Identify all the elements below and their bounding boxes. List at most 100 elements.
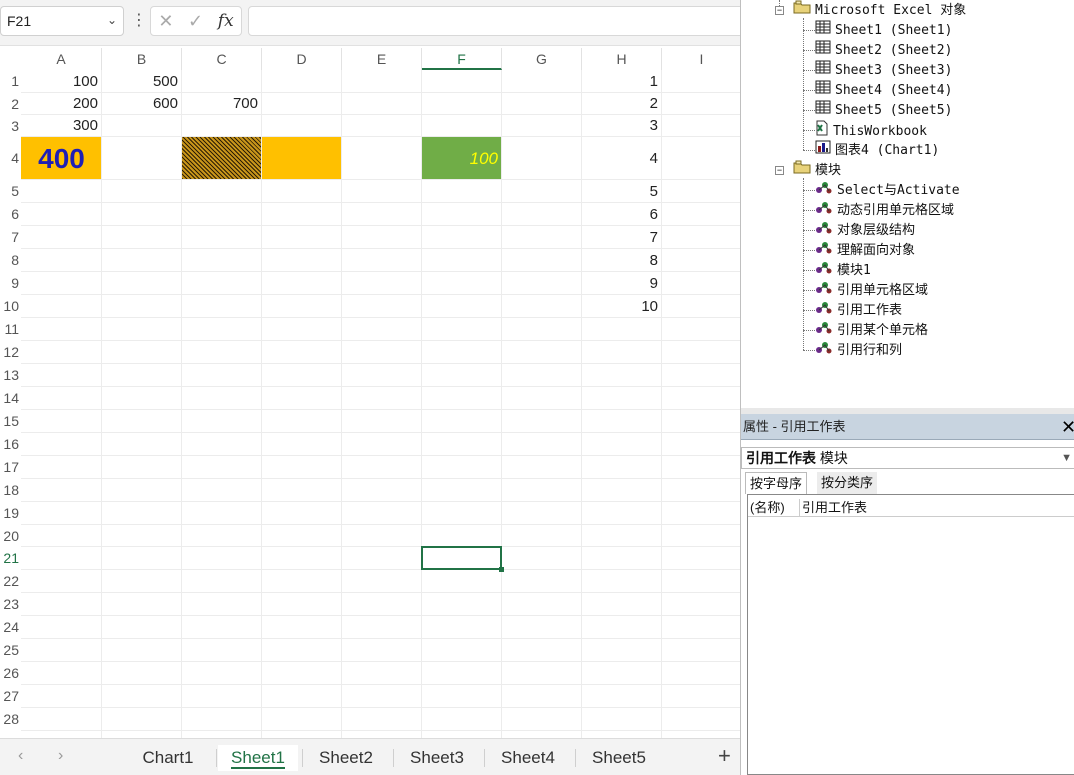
cell-h10[interactable]: 10	[582, 295, 662, 318]
tab-sheet5[interactable]: Sheet5	[577, 745, 661, 771]
row-header-14[interactable]: 14	[0, 387, 21, 410]
confirm-icon[interactable]: ✓	[188, 11, 203, 32]
tab-alphabetic[interactable]: 按字母序	[745, 472, 808, 494]
property-value[interactable]: 引用工作表	[802, 499, 867, 517]
cell-a1[interactable]: 100	[21, 70, 102, 93]
insert-function-icon[interactable]: fx	[218, 11, 234, 31]
cell-h1[interactable]: 1	[582, 70, 662, 93]
collapse-icon[interactable]: −	[775, 6, 784, 15]
cell-h3[interactable]: 3	[582, 115, 662, 137]
tree-item-sheet1[interactable]: Sheet1 (Sheet1)	[815, 20, 952, 40]
row-header-5[interactable]: 5	[0, 180, 21, 203]
tree-item-thisworkbook[interactable]: ThisWorkbook	[815, 120, 927, 140]
row-header-17[interactable]: 17	[0, 456, 21, 479]
row-header-28[interactable]: 28	[0, 708, 21, 731]
tree-item-sheet2[interactable]: Sheet2 (Sheet2)	[815, 40, 952, 60]
name-box[interactable]: F21 ⌄	[0, 6, 124, 36]
tree-folder-excel-objects[interactable]: Microsoft Excel 对象	[793, 0, 966, 20]
column-header-e[interactable]: E	[342, 48, 422, 70]
next-sheet-icon[interactable]: ›	[58, 747, 63, 765]
cell-h5[interactable]: 5	[582, 180, 662, 203]
cell-h6[interactable]: 6	[582, 203, 662, 226]
cell-c2[interactable]: 700	[182, 93, 262, 115]
tree-item-module-4[interactable]: 理解面向对象	[815, 240, 915, 260]
cell-h9[interactable]: 9	[582, 272, 662, 295]
cell-b2[interactable]: 600	[102, 93, 182, 115]
column-header-c[interactable]: C	[182, 48, 262, 70]
row-header-3[interactable]: 3	[0, 115, 21, 137]
chevron-down-icon[interactable]: ⌄	[107, 13, 117, 27]
row-header-9[interactable]: 9	[0, 272, 21, 295]
tab-chart1[interactable]: Chart1	[126, 745, 210, 771]
row-header-20[interactable]: 20	[0, 525, 21, 547]
cell-h8[interactable]: 8	[582, 249, 662, 272]
tab-sheet3[interactable]: Sheet3	[395, 745, 479, 771]
row-header-22[interactable]: 22	[0, 570, 21, 593]
row-header-21[interactable]: 21	[0, 547, 21, 570]
tree-item-module-8[interactable]: 引用某个单元格	[815, 320, 928, 340]
row-header-2[interactable]: 2	[0, 93, 21, 115]
object-selector[interactable]: 引用工作表 模块 ▼	[741, 447, 1074, 469]
tree-item-sheet4[interactable]: Sheet4 (Sheet4)	[815, 80, 952, 100]
row-header-10[interactable]: 10	[0, 295, 21, 318]
row-header-11[interactable]: 11	[0, 318, 21, 341]
tab-categorized[interactable]: 按分类序	[817, 472, 878, 494]
column-header-b[interactable]: B	[102, 48, 182, 70]
row-header-1[interactable]: 1	[0, 70, 21, 93]
column-header-g[interactable]: G	[502, 48, 582, 70]
row-header-26[interactable]: 26	[0, 662, 21, 685]
row-header-15[interactable]: 15	[0, 410, 21, 433]
tab-sheet1[interactable]: Sheet1	[218, 745, 298, 771]
formula-input[interactable]	[248, 6, 740, 36]
close-icon[interactable]: ✕	[1061, 414, 1074, 440]
cell-h2[interactable]: 2	[582, 93, 662, 115]
tree-item-module-5[interactable]: 模块1	[815, 260, 871, 280]
cell-a2[interactable]: 200	[21, 93, 102, 115]
cell-h4[interactable]: 4	[582, 137, 662, 180]
prev-sheet-icon[interactable]: ‹	[18, 747, 23, 765]
row-header-18[interactable]: 18	[0, 479, 21, 502]
tab-sheet2[interactable]: Sheet2	[304, 745, 388, 771]
row-header-27[interactable]: 27	[0, 685, 21, 708]
tree-item-module-9[interactable]: 引用行和列	[815, 340, 902, 360]
row-header-23[interactable]: 23	[0, 593, 21, 616]
cell-f4[interactable]: 100	[422, 137, 502, 180]
column-header-d[interactable]: D	[262, 48, 342, 70]
cell-a3[interactable]: 300	[21, 115, 102, 137]
row-header-7[interactable]: 7	[0, 226, 21, 249]
worksheet-grid[interactable]: 1 2 3 4 5 6 7 8 9 10 11 12 13 14 15 16 17 18 19 20 21 22 23 24 2…	[0, 70, 740, 738]
row-header-19[interactable]: 19	[0, 502, 21, 525]
column-header-a[interactable]: A	[21, 48, 102, 70]
cancel-icon[interactable]: ✕	[158, 11, 173, 32]
row-header-24[interactable]: 24	[0, 616, 21, 639]
tree-item-sheet3[interactable]: Sheet3 (Sheet3)	[815, 60, 952, 80]
row-header-13[interactable]: 13	[0, 364, 21, 387]
row-header-16[interactable]: 16	[0, 433, 21, 456]
tree-item-module-3[interactable]: 对象层级结构	[815, 220, 915, 240]
tree-item-module-2[interactable]: 动态引用单元格区域	[815, 200, 954, 220]
column-header-h[interactable]: H	[582, 48, 662, 70]
column-header-i[interactable]: I	[662, 48, 740, 70]
selected-cell[interactable]	[421, 546, 502, 570]
chevron-down-icon[interactable]: ▼	[1061, 448, 1072, 468]
column-header-f[interactable]: F	[422, 48, 502, 70]
row-header-8[interactable]: 8	[0, 249, 21, 272]
tree-item-module-6[interactable]: 引用单元格区域	[815, 280, 928, 300]
tree-item-chart1[interactable]: 图表4 (Chart1)	[815, 140, 939, 160]
property-row[interactable]: (名称) 引用工作表	[748, 499, 1074, 517]
tab-sheet4[interactable]: Sheet4	[486, 745, 570, 771]
cell-b1[interactable]: 500	[102, 70, 182, 93]
tree-item-module-1[interactable]: Select与Activate	[815, 180, 960, 200]
row-header-25[interactable]: 25	[0, 639, 21, 662]
add-sheet-button[interactable]: +	[718, 743, 731, 769]
row-header-6[interactable]: 6	[0, 203, 21, 226]
cell-a4[interactable]: 400	[21, 137, 102, 180]
fill-handle[interactable]	[499, 567, 504, 572]
collapse-icon[interactable]: −	[775, 166, 784, 175]
cell-h7[interactable]: 7	[582, 226, 662, 249]
more-options-icon[interactable]: ⋮	[131, 10, 147, 30]
tree-item-sheet5[interactable]: Sheet5 (Sheet5)	[815, 100, 952, 120]
row-header-12[interactable]: 12	[0, 341, 21, 364]
row-header-4[interactable]: 4	[0, 137, 21, 180]
tree-item-module-7[interactable]: 引用工作表	[815, 300, 902, 320]
